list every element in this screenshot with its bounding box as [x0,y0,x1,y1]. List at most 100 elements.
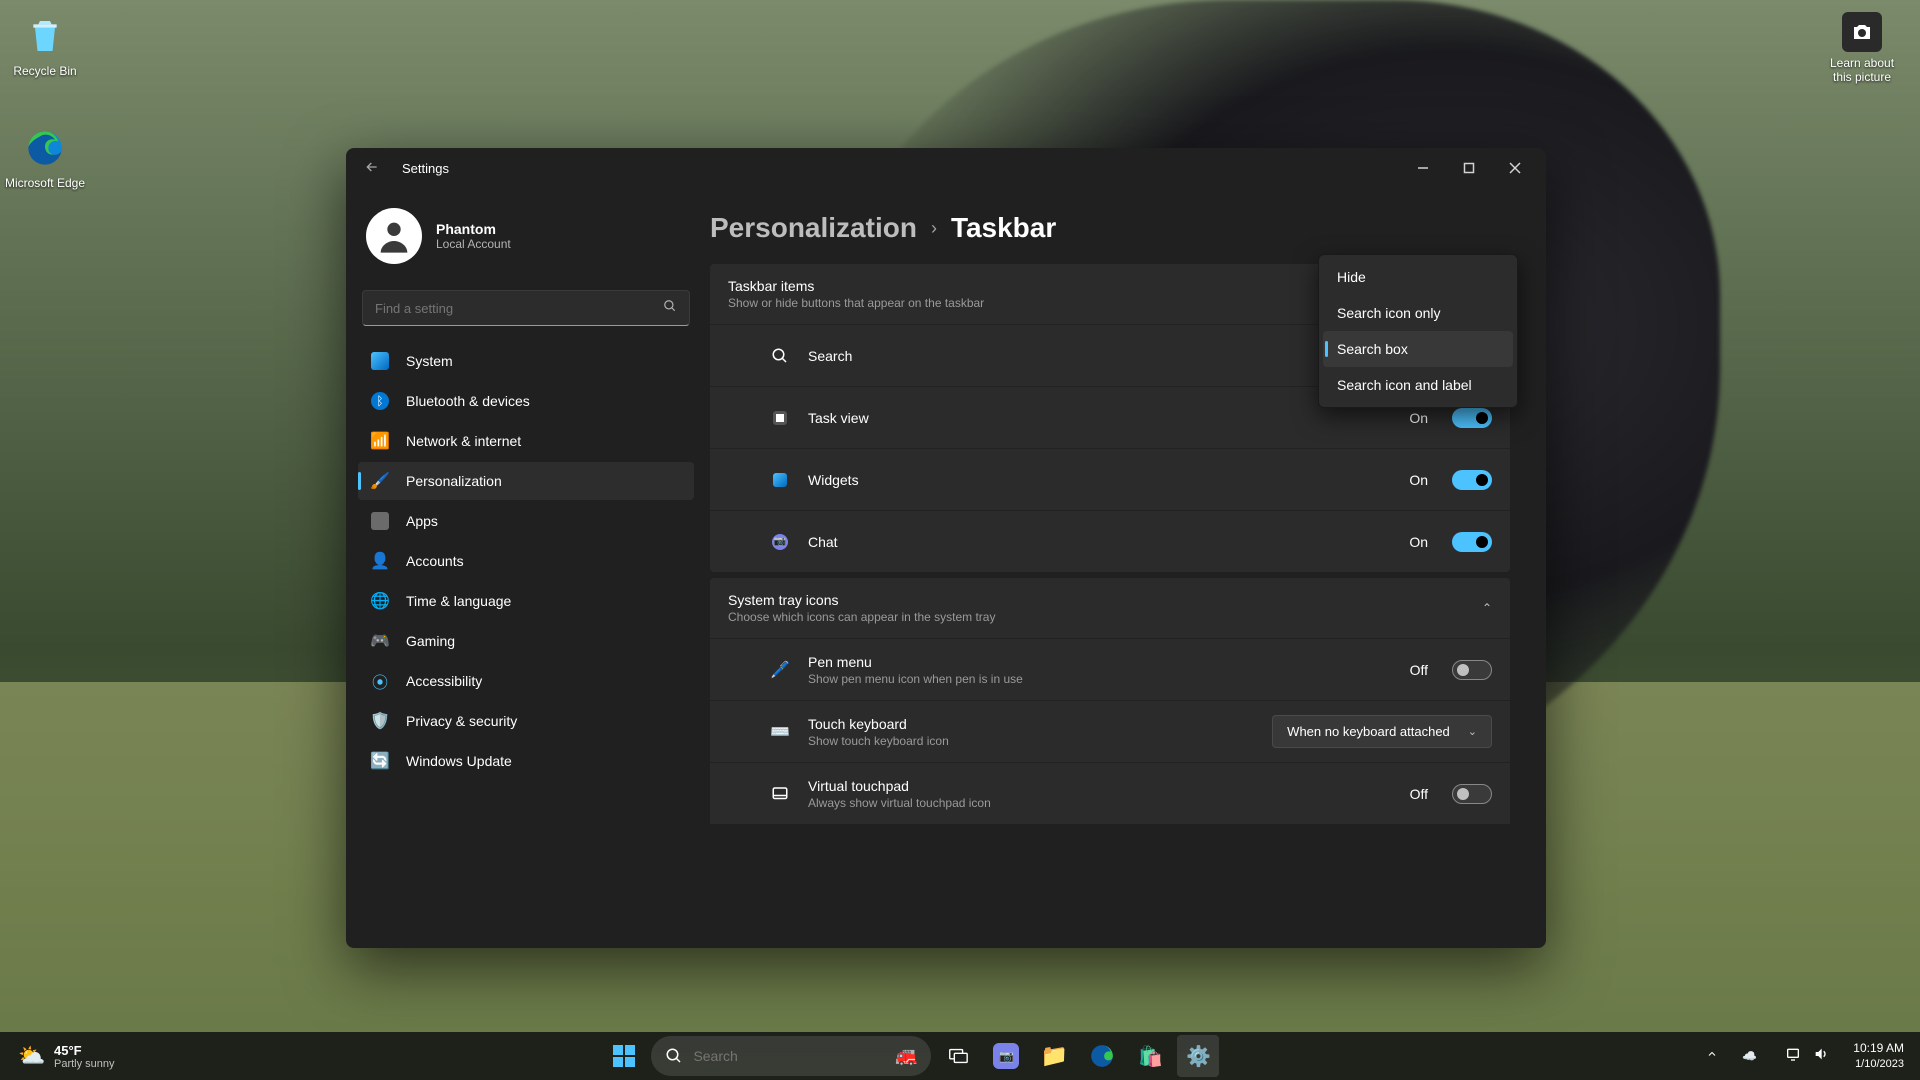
spotlight-label-1: Learn about [1830,56,1894,70]
group-desc: Choose which icons can appear in the sys… [728,610,995,624]
system-icon [370,351,390,371]
taskbar-search-box[interactable]: 🚒 [651,1036,931,1076]
row-label: Virtual touchpad [808,778,1394,794]
toggle-state: Off [1410,786,1428,802]
menu-item-icon-label[interactable]: Search icon and label [1323,367,1513,403]
minimize-button[interactable] [1400,148,1446,188]
group-title: System tray icons [728,592,995,608]
widgets-button[interactable]: ⛅ 45°F Partly sunny [10,1038,123,1074]
toggle-task-view[interactable] [1452,408,1492,428]
paintbrush-icon: 🖌️ [370,471,390,491]
chevron-up-icon [1706,1048,1718,1060]
clock-button[interactable]: 10:19 AM 1/10/2023 [1847,1041,1910,1071]
file-explorer-button[interactable]: 📁 [1033,1035,1075,1077]
bluetooth-icon: ᛒ [370,391,390,411]
sidebar-item-privacy[interactable]: 🛡️Privacy & security [358,702,694,740]
back-button[interactable] [354,159,390,178]
taskbar-search-input[interactable] [693,1048,885,1064]
menu-item-search-box[interactable]: Search box [1323,331,1513,367]
recycle-bin-icon [21,12,69,60]
touch-keyboard-dropdown[interactable]: When no keyboard attached ⌄ [1272,715,1492,748]
apps-icon [370,511,390,531]
user-account: Local Account [436,237,511,251]
sidebar-item-time-language[interactable]: 🌐Time & language [358,582,694,620]
row-label: Chat [808,534,1393,550]
menu-item-icon-only[interactable]: Search icon only [1323,295,1513,331]
chevron-right-icon: › [931,218,937,239]
window-title: Settings [402,161,1400,176]
start-button[interactable] [603,1035,645,1077]
titlebar: Settings [346,148,1546,188]
desktop-icon-spotlight[interactable]: Learn about this picture [1812,8,1912,88]
sidebar-item-network[interactable]: 📶Network & internet [358,422,694,460]
toggle-state: Off [1410,662,1428,678]
sidebar-item-apps[interactable]: Apps [358,502,694,540]
gear-icon: ⚙️ [1186,1044,1211,1069]
toggle-state: On [1409,410,1428,426]
avatar [366,208,422,264]
shield-icon: 🛡️ [370,711,390,731]
sidebar-item-system[interactable]: System [358,342,694,380]
menu-item-hide[interactable]: Hide [1323,259,1513,295]
close-button[interactable] [1492,148,1538,188]
weather-temp: 45°F [54,1043,115,1058]
weather-condition: Partly sunny [54,1058,115,1070]
task-view-icon [947,1045,969,1067]
sidebar-item-accounts[interactable]: 👤Accounts [358,542,694,580]
sidebar-item-windows-update[interactable]: 🔄Windows Update [358,742,694,780]
chat-button[interactable]: 📷 [985,1035,1027,1077]
search-icon [663,299,677,318]
settings-taskbar-button[interactable]: ⚙️ [1177,1035,1219,1077]
store-icon: 🛍️ [1138,1044,1163,1069]
clock-time: 10:19 AM [1853,1041,1904,1057]
row-touch-keyboard: ⌨️ Touch keyboard Show touch keyboard ic… [710,700,1510,762]
toggle-virtual-touchpad[interactable] [1452,784,1492,804]
search-icon [665,1047,683,1065]
toggle-widgets[interactable] [1452,470,1492,490]
search-icon [768,344,792,368]
accessibility-icon: ⦿ [370,671,390,691]
windows-logo-icon [613,1045,635,1067]
row-widgets: Widgets On [710,448,1510,510]
row-label: Task view [808,410,1393,426]
desktop-icon-edge[interactable]: Microsoft Edge [0,120,90,194]
breadcrumb-parent[interactable]: Personalization [710,212,917,244]
camera-icon [1842,12,1882,52]
toggle-state: On [1409,534,1428,550]
task-view-button[interactable] [937,1035,979,1077]
sidebar: Phantom Local Account System ᛒBluetooth … [346,188,706,948]
sidebar-item-bluetooth[interactable]: ᛒBluetooth & devices [358,382,694,420]
search-input[interactable] [375,301,663,316]
network-icon [1785,1046,1801,1065]
tray-onedrive[interactable]: ☁️ [1732,1049,1767,1063]
desktop-icon-recycle-bin[interactable]: Recycle Bin [0,8,90,82]
edge-button[interactable] [1081,1035,1123,1077]
clock-date: 1/10/2023 [1853,1057,1904,1071]
desktop: Recycle Bin Microsoft Edge Learn about t… [0,0,1920,1032]
store-button[interactable]: 🛍️ [1129,1035,1171,1077]
maximize-button[interactable] [1446,148,1492,188]
toggle-chat[interactable] [1452,532,1492,552]
sidebar-item-accessibility[interactable]: ⦿Accessibility [358,662,694,700]
desktop-icon-label: Recycle Bin [13,64,76,78]
system-tray[interactable] [1775,1046,1839,1065]
person-icon: 👤 [370,551,390,571]
search-mode-dropdown: Hide Search icon only Search box Search … [1318,254,1518,408]
settings-window: Settings Phantom Local Account [346,148,1546,948]
toggle-pen-menu[interactable] [1452,660,1492,680]
user-block[interactable]: Phantom Local Account [358,204,694,282]
group-header-system-tray[interactable]: System tray icons Choose which icons can… [710,578,1510,638]
taskbar: ⛅ 45°F Partly sunny 🚒 📷 📁 🛍️ ⚙️ ☁️ [0,1032,1920,1080]
cloud-icon: ☁️ [1742,1049,1757,1063]
widgets-icon [768,468,792,492]
gaming-icon: 🎮 [370,631,390,651]
user-name: Phantom [436,221,511,237]
tray-overflow-button[interactable] [1700,1042,1724,1069]
group-desc: Show or hide buttons that appear on the … [728,296,984,310]
search-settings-box[interactable] [362,290,690,326]
keyboard-icon: ⌨️ [768,720,792,744]
sidebar-item-gaming[interactable]: 🎮Gaming [358,622,694,660]
update-icon: 🔄 [370,751,390,771]
sidebar-item-personalization[interactable]: 🖌️Personalization [358,462,694,500]
spotlight-label-2: this picture [1833,70,1891,84]
